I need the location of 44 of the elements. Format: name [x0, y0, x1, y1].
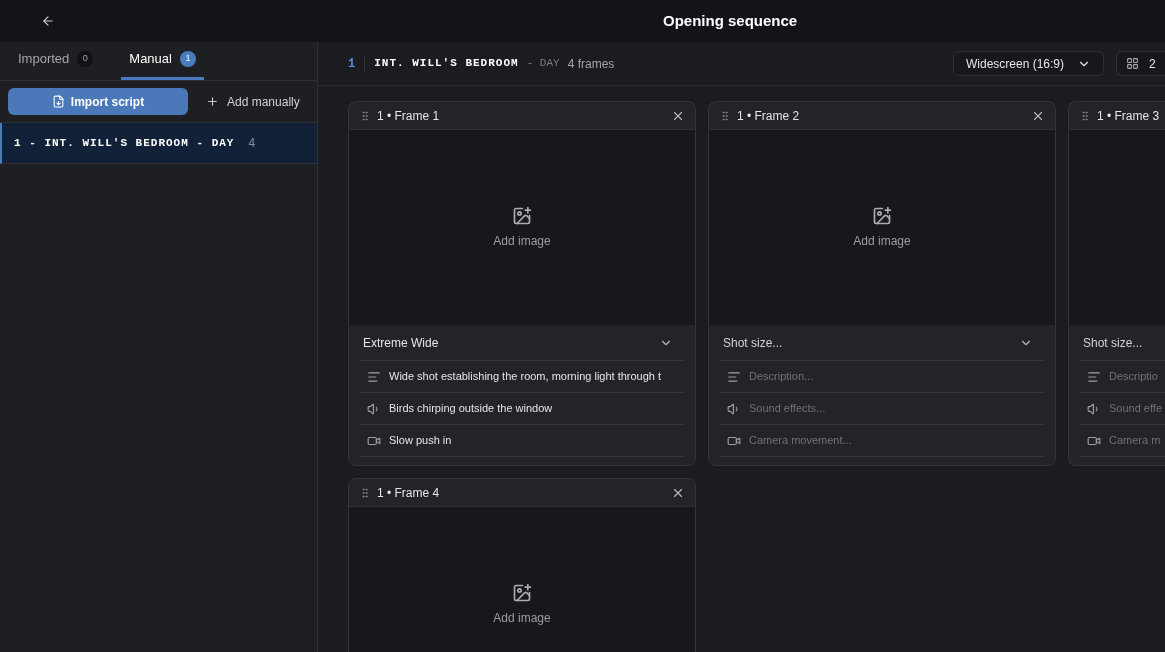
count-badge: 0	[77, 51, 94, 67]
aspect-ratio-select[interactable]: Widescreen (16:9)	[953, 51, 1104, 76]
sidebar-tab[interactable]: Imported 0	[10, 41, 102, 80]
frame-count: 4	[248, 135, 256, 152]
drag-handle-icon[interactable]	[719, 109, 731, 122]
frame-field[interactable]: Wide shot establishing the room, morning light through t	[359, 361, 685, 393]
frame-title: 1 • Frame 4	[377, 484, 440, 502]
columns-select[interactable]: 2	[1116, 51, 1165, 76]
scene-time: - DAY	[526, 56, 560, 72]
frames-count: 4 frames	[567, 55, 615, 73]
shot-size-select[interactable]: Shot size...	[1079, 325, 1165, 361]
frame-field[interactable]: Birds chirping outside the window	[359, 393, 685, 425]
shot-size-select[interactable]: Shot size...	[719, 325, 1045, 361]
scene-item[interactable]: 1 - INT. WILL'S BEDROOM - DAY 4	[0, 123, 317, 164]
drag-handle-icon[interactable]	[1079, 109, 1091, 122]
plus-icon	[206, 95, 219, 108]
import-script-button[interactable]: Import script	[8, 88, 188, 115]
frame-title: 1 • Frame 3	[1097, 107, 1160, 125]
file-import-icon	[51, 95, 65, 108]
image-placeholder[interactable]: Add image	[709, 130, 1055, 325]
grid-icon	[1126, 57, 1139, 70]
add-image-icon	[512, 582, 532, 603]
drag-handle-icon[interactable]	[359, 109, 371, 122]
drag-handle-icon[interactable]	[359, 486, 371, 499]
image-placeholder[interactable]: Add image	[349, 130, 695, 325]
image-placeholder[interactable]: Add image	[349, 507, 695, 652]
scene-heading: INT. WILL'S BEDROOM	[374, 56, 519, 72]
add-image-label: Add image	[493, 609, 551, 627]
text-lines-icon	[1087, 369, 1101, 384]
sidebar-tab[interactable]: Manual 1	[121, 41, 204, 80]
frame-title: 1 • Frame 2	[737, 107, 800, 125]
add-image-icon	[872, 205, 892, 226]
scene-number: 1	[348, 55, 356, 73]
text-lines-icon	[367, 369, 381, 384]
shot-size-select[interactable]: Extreme Wide	[359, 325, 685, 361]
add-image-label: Add image	[493, 232, 551, 250]
add-manually-button[interactable]: Add manually	[206, 92, 300, 111]
frame-title: 1 • Frame 1	[377, 107, 440, 125]
frame-field[interactable]: Slow push in	[359, 425, 685, 457]
count-badge: 1	[179, 51, 196, 67]
add-image-icon	[512, 205, 532, 226]
page-title: Opening sequence	[663, 10, 798, 31]
add-image-label: Add image	[853, 232, 911, 250]
text-lines-icon	[727, 369, 741, 384]
